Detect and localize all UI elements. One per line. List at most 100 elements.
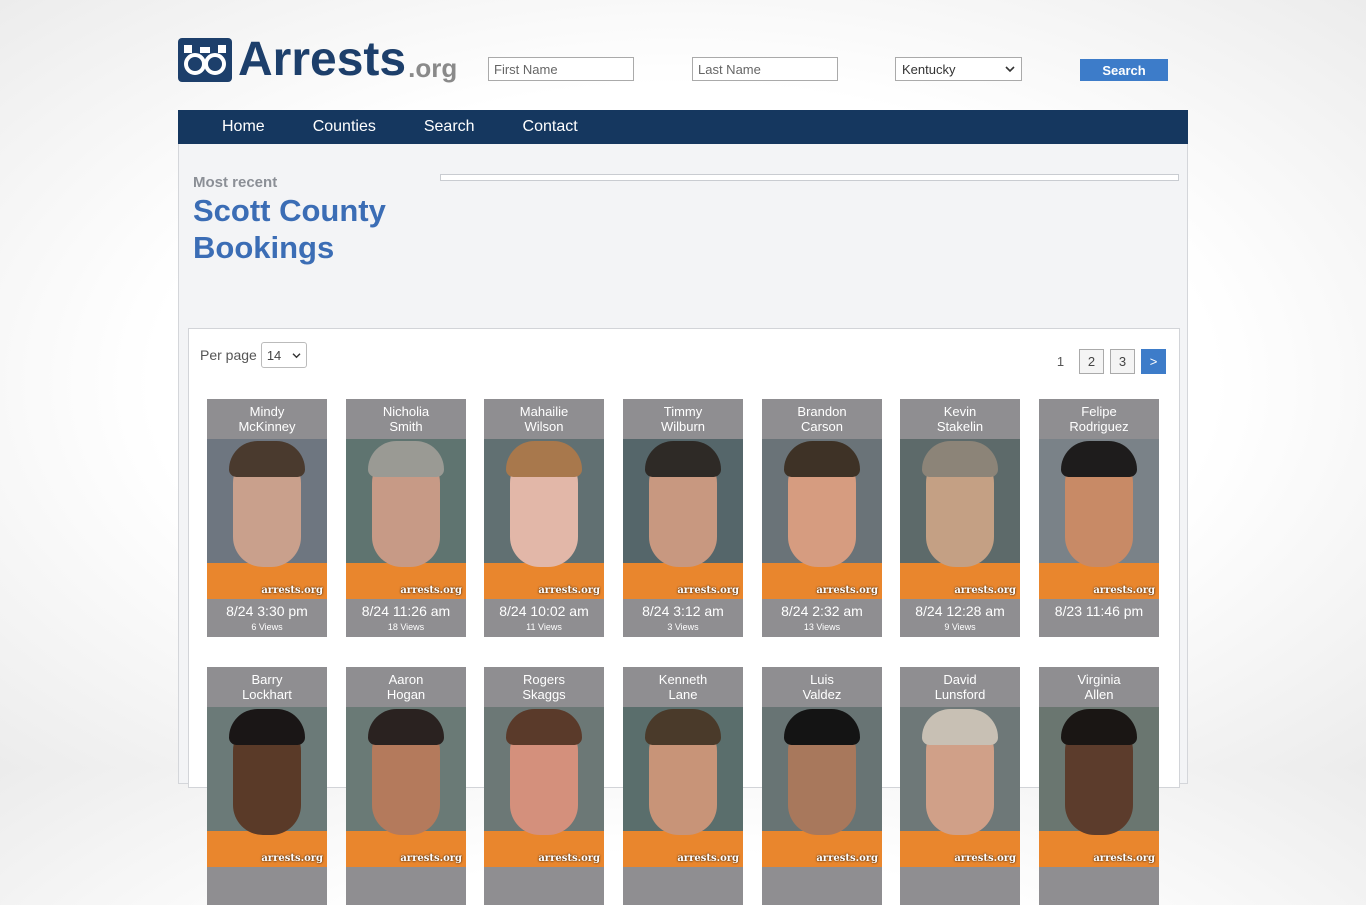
site-logo[interactable]: Arrests .org	[178, 36, 458, 84]
nav-search[interactable]: Search	[424, 118, 475, 136]
watermark: arrests.org	[954, 853, 1016, 864]
inmate-name[interactable]: Kenneth Lane	[623, 667, 743, 707]
view-count: 11 Views	[526, 622, 562, 632]
search-button[interactable]: Search	[1080, 59, 1168, 81]
per-page-label: Per page	[200, 347, 257, 363]
inmate-name[interactable]: Aaron Hogan	[346, 667, 466, 707]
view-count: 3 Views	[667, 622, 699, 632]
state-select[interactable]: Kentucky	[895, 57, 1022, 81]
booking-card[interactable]: Rogers Skaggs arrests.org	[484, 667, 604, 905]
inmate-last-name: Skaggs	[522, 687, 566, 702]
mugshot-photo[interactable]: arrests.org	[346, 439, 466, 599]
mugshot-photo[interactable]: arrests.org	[207, 439, 327, 599]
inmate-first-name: Mindy	[249, 404, 285, 419]
view-count	[762, 890, 882, 905]
booking-card[interactable]: Kevin Stakelin arrests.org 8/24 12:28 am 9 V…	[900, 399, 1020, 637]
booking-card[interactable]: Brandon Carson arrests.org 8/24 2:32 am 13 V…	[762, 399, 882, 637]
inmate-last-name: Allen	[1084, 687, 1114, 702]
mugshot-photo[interactable]: arrests.org	[207, 707, 327, 867]
inmate-first-name: Rogers	[523, 672, 565, 687]
inmate-first-name: Brandon	[797, 404, 847, 419]
nav-home[interactable]: Home	[222, 118, 265, 136]
pagination: 1 2 3 >	[1042, 349, 1166, 374]
inmate-name[interactable]: Brandon Carson	[762, 399, 882, 439]
page-2-link[interactable]: 2	[1079, 349, 1104, 374]
inmate-last-name: Lunsford	[934, 687, 986, 702]
inmate-last-name: Stakelin	[936, 419, 984, 434]
booking-card[interactable]: David Lunsford arrests.org	[900, 667, 1020, 905]
mugshot-photo[interactable]: arrests.org	[1039, 707, 1159, 867]
first-name-input[interactable]	[488, 57, 634, 81]
inmate-first-name: Timmy	[663, 404, 703, 419]
inmate-name[interactable]: Nicholia Smith	[346, 399, 466, 439]
booking-card[interactable]: Mindy McKinney arrests.org 8/24 3:30 pm 6 Vi…	[207, 399, 327, 637]
mugshot-photo[interactable]: arrests.org	[900, 439, 1020, 599]
booking-card[interactable]: Mahailie Wilson arrests.org 8/24 10:02 am 11…	[484, 399, 604, 637]
watermark: arrests.org	[677, 853, 739, 864]
inmate-name[interactable]: Felipe Rodriguez	[1039, 399, 1159, 439]
watermark: arrests.org	[400, 585, 462, 596]
per-page-value: 14	[266, 347, 282, 363]
inmate-name[interactable]: Luis Valdez	[762, 667, 882, 707]
logo-ext: .org	[408, 53, 458, 83]
inmate-name[interactable]: David Lunsford	[900, 667, 1020, 707]
watermark: arrests.org	[261, 585, 323, 596]
watermark: arrests.org	[816, 853, 878, 864]
mugshot-photo[interactable]: arrests.org	[346, 707, 466, 867]
view-count	[623, 890, 743, 905]
inmate-first-name: Nicholia	[382, 404, 430, 419]
nav-counties[interactable]: Counties	[313, 118, 376, 136]
inmate-last-name: Wilson	[524, 419, 564, 434]
booking-card[interactable]: Luis Valdez arrests.org	[762, 667, 882, 905]
mugshot-photo[interactable]: arrests.org	[762, 707, 882, 867]
booking-card[interactable]: Nicholia Smith arrests.org 8/24 11:26 am 18 …	[346, 399, 466, 637]
view-count	[346, 890, 466, 905]
booking-card[interactable]: Timmy Wilburn arrests.org 8/24 3:12 am 3 Vie…	[623, 399, 743, 637]
mugshot-photo[interactable]: arrests.org	[484, 707, 604, 867]
booking-card[interactable]: Kenneth Lane arrests.org	[623, 667, 743, 905]
nav-contact[interactable]: Contact	[523, 118, 578, 136]
view-count: 18 Views	[387, 622, 425, 632]
booking-card[interactable]: Aaron Hogan arrests.org	[346, 667, 466, 905]
watermark: arrests.org	[400, 853, 462, 864]
watermark: arrests.org	[677, 585, 739, 596]
watermark: arrests.org	[538, 853, 600, 864]
inmate-last-name: McKinney	[238, 419, 296, 434]
inmate-last-name: Rodriguez	[1069, 419, 1129, 434]
bookings-container: Per page 14 1 2 3 > Mindy McKinney arrests…	[188, 328, 1180, 905]
mugshot-photo[interactable]: arrests.org	[484, 439, 604, 599]
last-name-input[interactable]	[692, 57, 838, 81]
booking-time: 8/23 11:46 pm	[1054, 603, 1144, 619]
mugshot-photo[interactable]: arrests.org	[1039, 439, 1159, 599]
inmate-name[interactable]: Mindy McKinney	[207, 399, 327, 439]
per-page-control: Per page 14	[200, 342, 307, 368]
watermark: arrests.org	[816, 585, 878, 596]
ad-placeholder	[440, 174, 1179, 181]
booking-card[interactable]: Barry Lockhart arrests.org	[207, 667, 327, 905]
mugshot-photo[interactable]: arrests.org	[623, 707, 743, 867]
booking-time: 8/24 3:12 am	[642, 603, 724, 619]
booking-time	[1039, 868, 1159, 890]
page-3-link[interactable]: 3	[1110, 349, 1135, 374]
mugshot-photo[interactable]: arrests.org	[623, 439, 743, 599]
inmate-name[interactable]: Kevin Stakelin	[900, 399, 1020, 439]
mugshot-photo[interactable]: arrests.org	[900, 707, 1020, 867]
main-nav: Home Counties Search Contact	[178, 110, 1188, 144]
view-count	[484, 890, 604, 905]
per-page-select[interactable]: 14	[260, 342, 307, 368]
inmate-name[interactable]: Barry Lockhart	[207, 667, 327, 707]
next-page-button[interactable]: >	[1141, 349, 1166, 374]
booking-card[interactable]: Virginia Allen arrests.org	[1039, 667, 1159, 905]
inmate-name[interactable]: Mahailie Wilson	[484, 399, 604, 439]
inmate-last-name: Smith	[389, 419, 423, 434]
booking-time: 8/24 12:28 am	[915, 603, 1005, 619]
booking-time: 8/24 2:32 am	[781, 603, 863, 619]
content-panel: Most recent Scott County Bookings Per pa…	[178, 144, 1188, 905]
inmate-name[interactable]: Timmy Wilburn	[623, 399, 743, 439]
booking-card[interactable]: Felipe Rodriguez arrests.org 8/23 11:46 pm	[1039, 399, 1159, 637]
inmate-name[interactable]: Rogers Skaggs	[484, 667, 604, 707]
mugshot-photo[interactable]: arrests.org	[762, 439, 882, 599]
state-select-value: Kentucky	[902, 61, 956, 77]
inmate-name[interactable]: Virginia Allen	[1039, 667, 1159, 707]
booking-time	[484, 868, 604, 890]
